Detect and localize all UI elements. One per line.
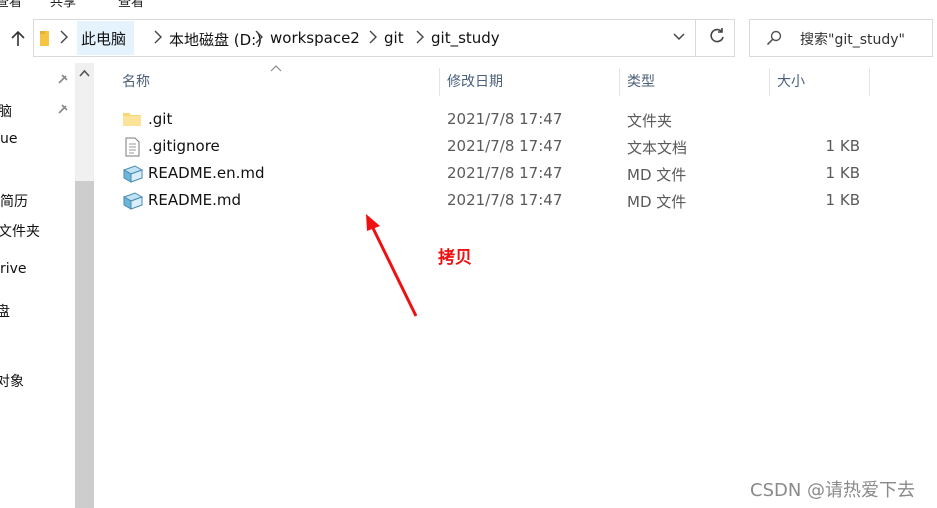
file-row-git[interactable]: .git 2021/7/8 17:47 文件夹: [114, 106, 874, 133]
file-type: 文件夹: [627, 112, 673, 130]
watermark: CSDN @请热爱下去: [750, 480, 916, 501]
scroll-thumb[interactable]: [75, 181, 94, 508]
nav-item-ue[interactable]: ue: [0, 131, 18, 147]
file-size: 1 KB: [825, 164, 860, 182]
file-row-readme-en[interactable]: README.en.md 2021/7/8 17:47 MD 文件 1 KB: [114, 160, 874, 187]
column-divider[interactable]: [439, 68, 440, 96]
search-icon: [766, 30, 782, 46]
address-bar[interactable]: 此电脑 本地磁盘 (D:) workspace2 git git_study: [33, 19, 735, 57]
md-file-icon: [122, 192, 144, 210]
address-divider: [695, 20, 696, 56]
folder-icon: [123, 113, 141, 126]
ribbon-tab-1[interactable]: 查看: [0, 0, 22, 10]
refresh-icon: [710, 28, 724, 43]
annotation-arrow: [366, 214, 418, 317]
file-type: 文本文档: [627, 139, 688, 157]
chevron-right-icon[interactable]: [416, 30, 424, 48]
refresh-button[interactable]: [708, 26, 726, 50]
breadcrumb-git[interactable]: git: [384, 29, 404, 47]
search-box[interactable]: 搜索"git_study": [749, 19, 933, 57]
file-date: 2021/7/8 17:47: [447, 137, 563, 155]
pin-icon[interactable]: [57, 103, 69, 119]
nav-item-onedrive[interactable]: rive: [0, 261, 27, 277]
text-file-icon: [125, 137, 140, 157]
column-header-name[interactable]: 名称: [122, 65, 150, 97]
chevron-right-icon[interactable]: [154, 30, 162, 48]
file-size: 1 KB: [825, 191, 860, 209]
file-name: README.md: [148, 191, 242, 209]
breadcrumb-workspace2[interactable]: workspace2: [270, 29, 360, 47]
column-header-type[interactable]: 类型: [627, 65, 655, 97]
file-date: 2021/7/8 17:47: [447, 191, 563, 209]
md-file-icon: [122, 165, 144, 183]
file-date: 2021/7/8 17:47: [447, 110, 563, 128]
nav-item-3d-objects[interactable]: 对象: [0, 371, 24, 391]
column-divider[interactable]: [769, 68, 770, 96]
column-header-date[interactable]: 修改日期: [447, 65, 503, 97]
chevron-right-icon[interactable]: [255, 30, 263, 48]
column-divider[interactable]: [619, 68, 620, 96]
search-placeholder: 搜索"git_study": [800, 32, 905, 48]
file-name: README.en.md: [148, 164, 265, 182]
file-type: MD 文件: [627, 166, 687, 184]
scroll-up-icon[interactable]: [79, 69, 90, 77]
navigation-pane: 脑 ue 简历 文件夹 rive 盘 对象: [0, 63, 75, 508]
file-row-gitignore[interactable]: .gitignore 2021/7/8 17:47 文本文档 1 KB: [114, 133, 874, 160]
ribbon-tab-3[interactable]: 查看: [118, 0, 144, 10]
file-name: .gitignore: [148, 137, 220, 155]
file-row-readme[interactable]: README.md 2021/7/8 17:47 MD 文件 1 KB: [114, 187, 874, 214]
chevron-down-icon: [673, 33, 685, 41]
nav-item-this-pc[interactable]: 脑: [0, 101, 12, 121]
pin-icon[interactable]: [57, 73, 69, 89]
nav-item-folder[interactable]: 文件夹: [0, 221, 40, 241]
breadcrumb-label: 此电脑: [81, 29, 127, 48]
file-date: 2021/7/8 17:47: [447, 164, 563, 182]
sort-ascending-icon: [270, 60, 282, 76]
chevron-right-icon[interactable]: [369, 30, 377, 48]
breadcrumb-git-study[interactable]: git_study: [431, 29, 500, 47]
breadcrumb-local-disk[interactable]: 本地磁盘 (D:): [169, 29, 262, 50]
breadcrumb-this-pc[interactable]: 此电脑: [77, 21, 135, 55]
up-button[interactable]: [6, 26, 30, 52]
nav-item-resume[interactable]: 简历: [0, 191, 28, 211]
file-size: 1 KB: [825, 137, 860, 155]
file-type: MD 文件: [627, 193, 687, 211]
ribbon-tab-2[interactable]: 共享: [50, 0, 76, 10]
arrow-up-icon: [11, 31, 25, 46]
address-dropdown-button[interactable]: [672, 30, 686, 48]
chevron-right-icon[interactable]: [60, 30, 68, 48]
nav-scrollbar[interactable]: [75, 63, 94, 508]
column-divider[interactable]: [869, 68, 870, 96]
column-header-size[interactable]: 大小: [777, 65, 805, 97]
annotation-label: 拷贝: [438, 248, 472, 268]
nav-item-disk[interactable]: 盘: [0, 301, 10, 321]
folder-icon: [40, 31, 49, 46]
file-name: .git: [148, 110, 173, 128]
